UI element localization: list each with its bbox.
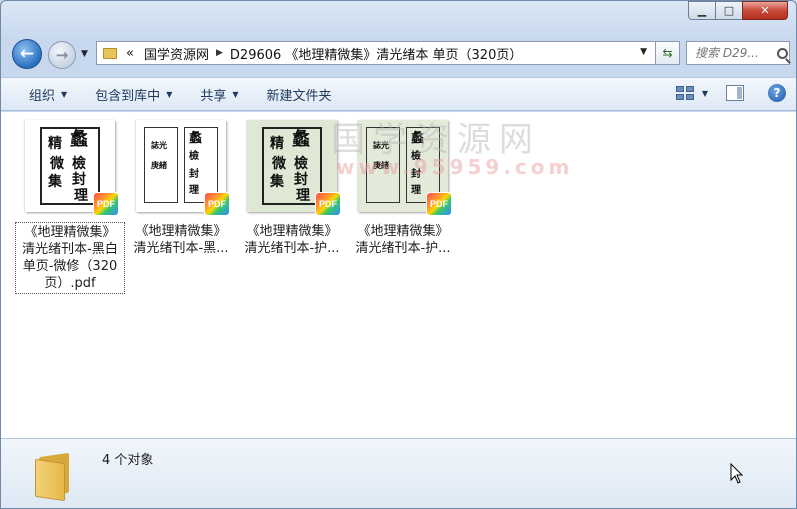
file-item[interactable]: 精蠡 微檢 集封 理 PDF 《地理精微集》 清光绪刊本-黑白 单页-微修（32… (15, 120, 125, 294)
chevron-down-icon[interactable]: ▼ (702, 89, 708, 98)
file-thumbnail: 精蠡 微檢 集封 理 PDF (25, 120, 119, 216)
file-item[interactable]: 誌光 庚緒 蠡檢封理 PDF 《地理精微集》 清光绪刊本-黑... (126, 120, 236, 258)
organize-label: 组织 (29, 88, 56, 104)
pdf-icon: PDF (426, 192, 452, 216)
breadcrumb-item-current[interactable]: D29606 《地理精微集》清光绪本 单页（320页） (230, 44, 522, 63)
search-input[interactable] (695, 46, 775, 60)
file-name: 《地理精微集》 清光绪刊本-黑白 单页-微修（320 页）.pdf (15, 222, 125, 294)
forward-arrow-icon: → (55, 46, 69, 64)
forward-button[interactable]: → (48, 41, 76, 69)
view-controls: ▼ ? (675, 84, 786, 102)
folder-icon (35, 452, 73, 502)
watermark-url: www.95959.com (336, 155, 574, 179)
chevron-down-icon: ▼ (61, 89, 68, 99)
file-name: 《地理精微集》 清光绪刊本-护... (244, 224, 340, 256)
breadcrumb-item-root[interactable]: 国学资源网 (144, 44, 209, 63)
book-cover-thumbnail: 精蠡 微檢 集封 理 (40, 127, 100, 205)
file-name: 《地理精微集》 清光绪刊本-黑... (133, 224, 229, 256)
new-folder-label: 新建文件夹 (266, 88, 332, 104)
back-arrow-icon: ← (19, 44, 35, 64)
share-label: 共享 (200, 88, 227, 104)
minimize-button[interactable]: ▁ (688, 1, 716, 20)
search-box[interactable] (686, 41, 790, 65)
navigation-bar: ← → ▼ « 国学资源网 ▶ D29606 《地理精微集》清光绪本 单页（32… (1, 37, 796, 69)
recent-pages-dropdown[interactable]: ▼ (81, 49, 88, 59)
new-folder-button[interactable]: 新建文件夹 (253, 85, 346, 104)
file-thumbnail: 誌光 庚緒 蠡檢封理 PDF (136, 120, 230, 216)
organize-button[interactable]: 组织 ▼ (1, 85, 81, 104)
mouse-cursor-icon (730, 463, 744, 484)
book-cover-thumbnail: 精蠡 微檢 集封 理 (262, 127, 322, 205)
close-button[interactable]: ✕ (742, 1, 788, 20)
file-name: 《地理精微集》 清光绪刊本-护... (355, 224, 451, 256)
folder-icon (103, 47, 117, 59)
chevron-down-icon: ▼ (166, 89, 173, 99)
details-pane: 4 个对象 (1, 438, 796, 508)
caption-buttons: ▁ □ ✕ (688, 1, 788, 20)
pdf-icon: PDF (93, 192, 119, 216)
watermark-text: 国学资源网 (331, 120, 541, 160)
address-bar[interactable]: « 国学资源网 ▶ D29606 《地理精微集》清光绪本 单页（320页） ▼ (96, 41, 656, 65)
include-in-library-button[interactable]: 包含到库中 ▼ (81, 85, 186, 104)
include-in-library-label: 包含到库中 (95, 88, 161, 104)
chevron-down-icon: ▼ (232, 89, 239, 99)
file-thumbnail: 精蠡 微檢 集封 理 PDF (247, 120, 341, 216)
maximize-button[interactable]: □ (715, 1, 743, 20)
change-view-icon[interactable] (675, 86, 694, 100)
command-bar: 组织 ▼ 包含到库中 ▼ 共享 ▼ 新建文件夹 ▼ ? (1, 77, 796, 111)
refresh-icon: ⇆ (662, 46, 673, 60)
chevron-right-icon[interactable]: ▶ (216, 48, 223, 58)
breadcrumb-overflow[interactable]: « (126, 46, 134, 61)
chevron-down-icon[interactable]: ▼ (640, 47, 647, 57)
pdf-icon: PDF (315, 192, 341, 216)
pdf-icon: PDF (204, 192, 230, 216)
item-count: 4 个对象 (102, 453, 154, 468)
share-button[interactable]: 共享 ▼ (186, 85, 252, 104)
help-icon[interactable]: ? (768, 84, 786, 102)
explorer-window: ▁ □ ✕ ← → ▼ « 国学资源网 ▶ D29606 《地理精微集》清光绪本… (0, 0, 797, 509)
back-button[interactable]: ← (12, 39, 42, 69)
refresh-button[interactable]: ⇆ (656, 41, 680, 65)
preview-pane-icon[interactable] (726, 85, 744, 101)
search-icon[interactable] (777, 47, 788, 59)
